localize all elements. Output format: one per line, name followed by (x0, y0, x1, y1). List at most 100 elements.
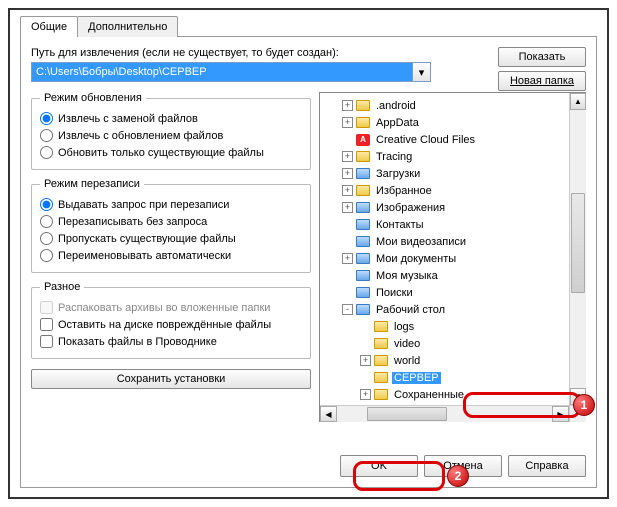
tree-item-label: Избранное (374, 185, 434, 197)
collapse-icon[interactable]: - (342, 304, 353, 315)
overwrite-opt-ask[interactable]: Выдавать запрос при перезаписи (40, 196, 302, 213)
folder-blue-icon (355, 218, 371, 232)
expand-spacer (342, 219, 353, 230)
folder-blue-icon (355, 269, 371, 283)
expand-spacer (360, 372, 371, 383)
folder-icon (373, 337, 389, 351)
folder-icon (373, 371, 389, 385)
update-mode-legend: Режим обновления (40, 92, 146, 104)
tree-item[interactable]: + Избранное (320, 182, 586, 199)
tree-item[interactable]: + world (320, 352, 586, 369)
help-button[interactable]: Справка (508, 455, 586, 477)
tree-item[interactable]: + .android (320, 97, 586, 114)
misc-opt-showexplorer[interactable]: Показать файлы в Проводнике (40, 333, 302, 350)
expand-spacer (342, 236, 353, 247)
expand-icon[interactable]: + (342, 100, 353, 111)
tree-item[interactable]: - Рабочий стол (320, 301, 586, 318)
adobe-icon: A (355, 133, 371, 147)
tree-item[interactable]: Поиски (320, 284, 586, 301)
expand-icon[interactable]: + (342, 202, 353, 213)
misc-opt-nested: Распаковать архивы во вложенные папки (40, 299, 302, 316)
expand-spacer (360, 338, 371, 349)
path-input[interactable] (31, 62, 413, 82)
expand-spacer (342, 287, 353, 298)
misc-group: Разное Распаковать архивы во вложенные п… (31, 281, 311, 359)
folder-icon (355, 150, 371, 164)
tree-item[interactable]: Моя музыка (320, 267, 586, 284)
tree-item-label: Загрузки (374, 168, 422, 180)
save-settings-button[interactable]: Сохранить установки (31, 369, 311, 389)
tree-item[interactable]: + Загрузки (320, 165, 586, 182)
tree-item-label: Изображения (374, 202, 447, 214)
misc-legend: Разное (40, 281, 84, 293)
expand-icon[interactable]: + (342, 253, 353, 264)
overwrite-opt-skip[interactable]: Пропускать существующие файлы (40, 230, 302, 247)
expand-icon[interactable]: + (342, 117, 353, 128)
path-dropdown-arrow[interactable]: ▾ (413, 62, 431, 82)
tree-item[interactable]: + Изображения (320, 199, 586, 216)
expand-spacer (360, 321, 371, 332)
tree-item-label: Мои документы (374, 253, 458, 265)
tree-item-label: world (392, 355, 422, 367)
tree-item[interactable]: video (320, 335, 586, 352)
overwrite-mode-legend: Режим перезаписи (40, 178, 144, 190)
overwrite-opt-rename[interactable]: Переименовывать автоматически (40, 247, 302, 264)
tree-item-label: video (392, 338, 422, 350)
tree-hscrollbar[interactable]: ◀ ▶ (320, 405, 569, 422)
tree-item[interactable]: + Мои документы (320, 250, 586, 267)
new-folder-button[interactable]: Новая папка (498, 71, 586, 91)
folder-tree[interactable]: +.android+AppDataACreative Cloud Files+T… (319, 92, 586, 422)
folder-blue-icon (355, 167, 371, 181)
hscroll-thumb[interactable] (367, 407, 447, 421)
update-opt-replace[interactable]: Извлечь с заменой файлов (40, 110, 302, 127)
folder-icon (355, 116, 371, 130)
folder-blue-icon (355, 252, 371, 266)
tree-item[interactable]: Мои видеозаписи (320, 233, 586, 250)
expand-icon[interactable]: + (342, 168, 353, 179)
expand-icon[interactable]: + (342, 185, 353, 196)
tree-item[interactable]: + AppData (320, 114, 586, 131)
ok-button[interactable]: OK (340, 455, 418, 477)
tree-vscrollbar[interactable]: ▲ ▼ (569, 93, 586, 405)
annotation-badge-2: 2 (447, 465, 469, 487)
expand-icon[interactable]: + (360, 355, 371, 366)
tree-item[interactable]: СЕРВЕР (320, 369, 586, 386)
tree-item[interactable]: logs (320, 318, 586, 335)
tree-item-label: Мои видеозаписи (374, 236, 468, 248)
tree-item-label: Сохраненные (392, 389, 466, 401)
tree-item[interactable]: + Сохраненные (320, 386, 586, 403)
tree-item-label: СЕРВЕР (392, 372, 441, 384)
tree-item[interactable]: + Tracing (320, 148, 586, 165)
update-opt-existing[interactable]: Обновить только существующие файлы (40, 144, 302, 161)
path-label: Путь для извлечения (если не существует,… (31, 47, 421, 59)
tab-advanced[interactable]: Дополнительно (77, 16, 178, 37)
overwrite-mode-group: Режим перезаписи Выдавать запрос при пер… (31, 178, 311, 273)
tab-general[interactable]: Общие (20, 16, 78, 37)
tree-item-label: Контакты (374, 219, 426, 231)
folder-icon (373, 320, 389, 334)
tree-item[interactable]: Контакты (320, 216, 586, 233)
tree-item-label: Поиски (374, 287, 415, 299)
tree-item[interactable]: ACreative Cloud Files (320, 131, 586, 148)
tree-item-label: AppData (374, 117, 421, 129)
expand-icon[interactable]: + (342, 151, 353, 162)
expand-icon[interactable]: + (360, 389, 371, 400)
tree-item-label: Tracing (374, 151, 414, 163)
folder-blue-icon (355, 201, 371, 215)
tree-item-label: .android (374, 100, 418, 112)
scroll-left-arrow[interactable]: ◀ (320, 406, 337, 422)
show-button[interactable]: Показать (498, 47, 586, 67)
folder-blue-icon (355, 235, 371, 249)
tab-panel: Путь для извлечения (если не существует,… (20, 36, 597, 488)
vscroll-thumb[interactable] (571, 193, 585, 293)
scroll-up-arrow[interactable]: ▲ (570, 93, 586, 110)
tree-item-label: Рабочий стол (374, 304, 447, 316)
folder-star-icon (355, 184, 371, 198)
update-opt-update[interactable]: Извлечь с обновлением файлов (40, 127, 302, 144)
overwrite-opt-noask[interactable]: Перезаписывать без запроса (40, 213, 302, 230)
misc-opt-keepbroken[interactable]: Оставить на диске повреждённые файлы (40, 316, 302, 333)
tree-item-label: Creative Cloud Files (374, 134, 477, 146)
scroll-right-arrow[interactable]: ▶ (552, 406, 569, 422)
folder-icon (373, 354, 389, 368)
folder-blue-icon (355, 286, 371, 300)
